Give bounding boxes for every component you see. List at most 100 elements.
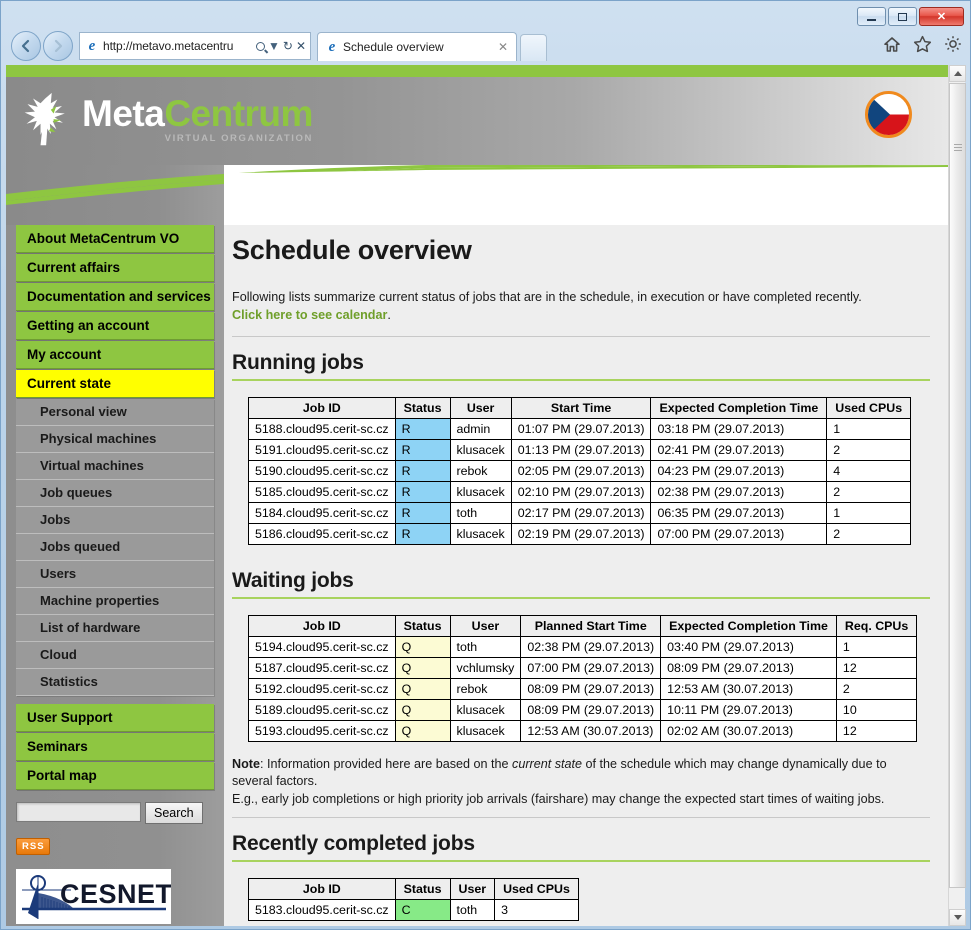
refresh-icon[interactable]: ↻ <box>283 39 293 53</box>
search-button[interactable]: Search <box>145 802 203 824</box>
col-job-id: Job ID <box>248 396 396 419</box>
sidebar-subitem-physical-machines[interactable]: Physical machines <box>16 426 214 453</box>
top-green-bar <box>6 65 950 77</box>
sidebar-item-portal-map[interactable]: Portal map <box>16 762 214 790</box>
minimize-button[interactable] <box>857 7 886 26</box>
cell-user: toth <box>449 635 522 658</box>
svg-text:CESNET: CESNET <box>60 879 171 909</box>
page-title: Schedule overview <box>232 235 472 265</box>
cell-used-cpus: 1 <box>826 417 912 440</box>
home-icon[interactable] <box>883 36 901 53</box>
forward-button[interactable] <box>43 31 73 61</box>
tab-title: Schedule overview <box>343 40 444 54</box>
sidebar-subitem-virtual-machines[interactable]: Virtual machines <box>16 453 214 480</box>
sidebar-subitem-list-of-hardware[interactable]: List of hardware <box>16 615 214 642</box>
logo-text: MetaCentrum VIRTUAL ORGANIZATION <box>82 91 313 144</box>
window-controls: ✕ <box>857 7 964 26</box>
cell-req-cpus: 12 <box>835 719 918 742</box>
cell-job-id: 5183.cloud95.cerit-sc.cz <box>248 899 396 922</box>
scroll-down-button[interactable] <box>949 909 966 926</box>
vertical-scrollbar[interactable] <box>948 65 966 926</box>
cell-start-time: 01:13 PM (29.07.2013) <box>510 438 652 461</box>
cell-req-cpus: 1 <box>835 635 918 658</box>
cesnet-logo-icon: CESNET <box>16 869 171 924</box>
back-button[interactable] <box>11 31 41 61</box>
cell-status: Q <box>394 677 451 700</box>
table-row: 5185.cloud95.cerit-sc.cz R klusacek 02:1… <box>248 480 912 503</box>
rss-badge[interactable]: RSS <box>16 838 50 855</box>
main-content: Schedule overview Following lists summar… <box>224 225 950 926</box>
green-swoosh-icon <box>6 165 950 225</box>
search-icon[interactable] <box>254 39 267 53</box>
table-row: 5192.cloud95.cerit-sc.cz Q rebok 08:09 P… <box>248 677 918 700</box>
cell-status: R <box>394 438 451 461</box>
search-input[interactable] <box>16 802 141 822</box>
sidebar-item-user-support[interactable]: User Support <box>16 704 214 732</box>
close-button[interactable]: ✕ <box>919 7 964 26</box>
cell-planned-start-time: 07:00 PM (29.07.2013) <box>520 656 662 679</box>
cell-status: Q <box>394 698 451 721</box>
maximize-button[interactable] <box>888 7 917 26</box>
running-jobs-table: Job ID Status User Start Time Expected C… <box>248 396 912 545</box>
sidebar-subitem-jobs-queued[interactable]: Jobs queued <box>16 534 214 561</box>
sidebar-subitem-job-queues[interactable]: Job queues <box>16 480 214 507</box>
site-logo[interactable]: MetaCentrum VIRTUAL ORGANIZATION <box>20 91 313 149</box>
page-favicon-icon <box>84 38 100 54</box>
sidebar-item-getting-account[interactable]: Getting an account <box>16 312 214 340</box>
cell-expected-completion: 02:02 AM (30.07.2013) <box>660 719 837 742</box>
cell-expected-completion: 03:18 PM (29.07.2013) <box>650 417 828 440</box>
scrollbar-thumb[interactable] <box>949 83 966 888</box>
completed-jobs-title: Recently completed jobs <box>232 832 475 856</box>
sidebar-subitem-cloud[interactable]: Cloud <box>16 642 214 669</box>
star-icon[interactable] <box>913 35 932 53</box>
col-req-cpus: Req. CPUs <box>835 614 918 637</box>
sidebar-item-current-state[interactable]: Current state <box>16 370 214 398</box>
table-header-row: Job ID Status User Start Time Expected C… <box>248 396 912 419</box>
cell-planned-start-time: 02:38 PM (29.07.2013) <box>520 635 662 658</box>
cesnet-logo[interactable]: CESNET <box>16 869 171 924</box>
page-viewport: MetaCentrum VIRTUAL ORGANIZATION About M… <box>6 65 950 926</box>
navigation-toolbar: http://metavo.metacentru ▼ ↻ ✕ Schedule … <box>1 29 971 65</box>
divider-2 <box>232 817 930 819</box>
cell-planned-start-time: 12:53 AM (30.07.2013) <box>520 719 662 742</box>
gear-icon[interactable] <box>944 35 962 53</box>
sidebar-item-documentation[interactable]: Documentation and services <box>16 283 214 311</box>
cell-expected-completion: 04:23 PM (29.07.2013) <box>650 459 828 482</box>
calendar-link-suffix: . <box>387 308 391 323</box>
completed-jobs-underline <box>232 860 930 863</box>
tab-close-icon[interactable]: ✕ <box>494 40 512 54</box>
cell-status: C <box>394 899 451 922</box>
sidebar-subitem-jobs[interactable]: Jobs <box>16 507 214 534</box>
table-row: 5190.cloud95.cerit-sc.cz R rebok 02:05 P… <box>248 459 912 482</box>
cell-user: klusacek <box>449 438 512 461</box>
language-flag-icon[interactable] <box>865 91 912 138</box>
logo-centrum-part: Centrum <box>164 93 313 134</box>
stop-icon[interactable]: ✕ <box>296 39 306 53</box>
cell-job-id: 5192.cloud95.cerit-sc.cz <box>248 677 396 700</box>
new-tab-button[interactable] <box>520 34 547 61</box>
table-header-row: Job ID Status User Planned Start Time Ex… <box>248 614 918 637</box>
cell-planned-start-time: 08:09 PM (29.07.2013) <box>520 698 662 721</box>
sidebar-item-about[interactable]: About MetaCentrum VO <box>16 225 214 253</box>
sidebar-item-my-account[interactable]: My account <box>16 341 214 369</box>
sidebar-subitem-users[interactable]: Users <box>16 561 214 588</box>
cell-expected-completion: 02:38 PM (29.07.2013) <box>650 480 828 503</box>
sidebar-subitem-personal-view[interactable]: Personal view <box>16 399 214 426</box>
browser-window: ✕ http://metavo.metacentru ▼ ↻ ✕ <box>0 0 971 930</box>
sidebar-subitem-statistics[interactable]: Statistics <box>16 669 214 696</box>
chevron-down-icon[interactable]: ▼ <box>268 39 280 53</box>
calendar-link[interactable]: Click here to see calendar <box>232 308 387 322</box>
sidebar-subitem-machine-properties[interactable]: Machine properties <box>16 588 214 615</box>
cell-used-cpus: 2 <box>826 438 912 461</box>
scroll-up-button[interactable] <box>949 65 966 82</box>
sidebar-item-current-affairs[interactable]: Current affairs <box>16 254 214 282</box>
col-user: User <box>449 878 496 901</box>
col-user: User <box>449 614 522 637</box>
logo-wordmark: MetaCentrum <box>82 95 313 132</box>
cell-expected-completion: 02:41 PM (29.07.2013) <box>650 438 828 461</box>
sidebar-item-seminars[interactable]: Seminars <box>16 733 214 761</box>
browser-tab[interactable]: Schedule overview ✕ <box>317 32 517 61</box>
address-bar[interactable]: http://metavo.metacentru ▼ ↻ ✕ <box>79 32 311 60</box>
col-status: Status <box>394 396 451 419</box>
cell-start-time: 02:05 PM (29.07.2013) <box>510 459 652 482</box>
